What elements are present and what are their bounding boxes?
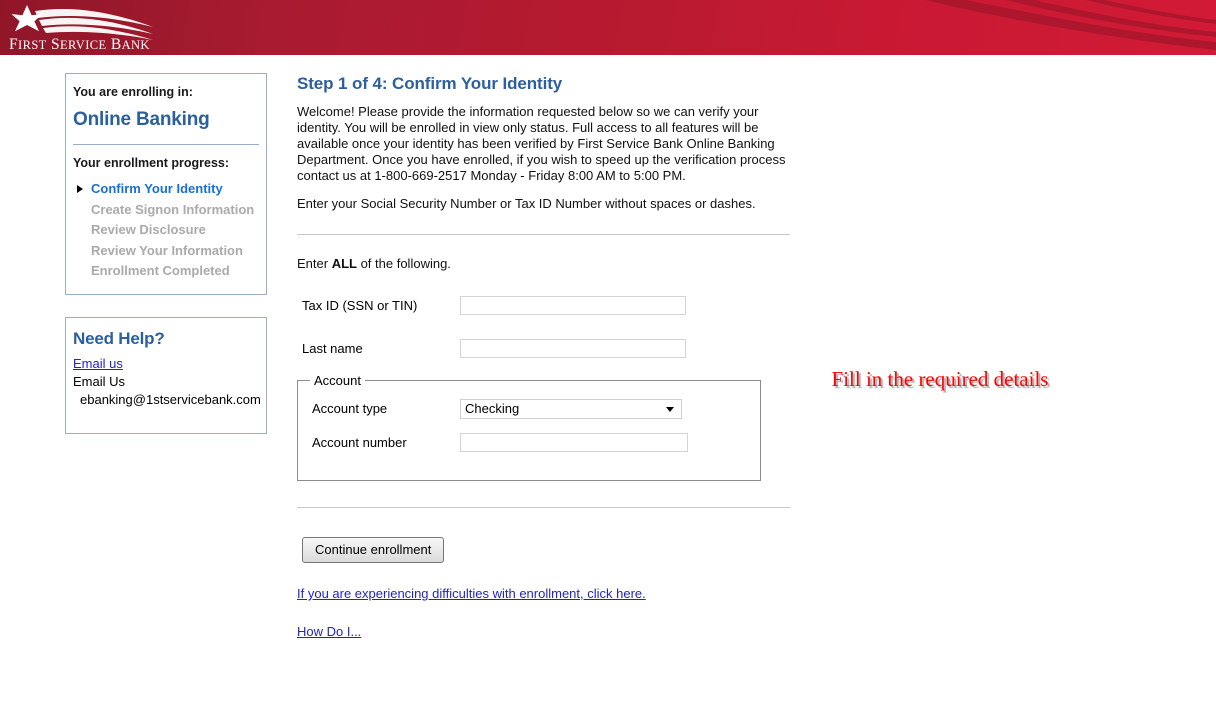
email-us-link[interactable]: Email us [73, 355, 123, 373]
account-number-input[interactable] [460, 433, 688, 452]
account-number-row: Account number [298, 433, 760, 452]
sidebar-step-create-signon: Create Signon Information [66, 200, 266, 221]
account-type-row: Account type Checking [298, 399, 760, 419]
account-fieldset-legend: Account [310, 373, 365, 388]
annotation-fill-required-details: Fill in the required details [831, 367, 1049, 391]
support-email-address: ebanking@1stservicebank.com [80, 391, 261, 407]
main-content: Step 1 of 4: Confirm Your Identity Welco… [297, 73, 797, 640]
account-type-label: Account type [312, 401, 388, 416]
account-type-select-wrap[interactable]: Checking [460, 399, 682, 419]
how-do-i-link[interactable]: How Do I... [297, 624, 361, 640]
panel-divider [73, 144, 259, 145]
section-divider-bottom [297, 507, 790, 508]
svg-text:FIRST SERVICE BANK: FIRST SERVICE BANK [9, 36, 150, 53]
last-name-row: Last name [297, 339, 797, 358]
sidebar-step-review-disclosure: Review Disclosure [66, 220, 266, 241]
current-step-arrow-icon [77, 185, 83, 193]
sidebar-step-label: Create Signon Information [91, 201, 255, 217]
need-help-title: Need Help? [73, 328, 165, 348]
last-name-input[interactable] [460, 339, 686, 358]
enrollment-progress-label: Your enrollment progress: [73, 156, 230, 170]
email-us-label: Email Us [73, 373, 126, 389]
tax-id-label: Tax ID (SSN or TIN) [302, 297, 418, 313]
sidebar-step-label: Review Your Information [91, 242, 243, 258]
header-swoosh-decoration [926, 0, 1216, 50]
site-header: FIRST SERVICE BANK [0, 0, 1216, 55]
sidebar: You are enrolling in: Online Banking You… [65, 73, 267, 434]
sidebar-step-confirm-identity[interactable]: Confirm Your Identity [66, 179, 266, 200]
enrollment-progress-list: Confirm Your Identity Create Signon Info… [66, 179, 266, 282]
sidebar-step-label: Enrollment Completed [91, 263, 230, 278]
section-divider-top [297, 234, 790, 235]
enter-all-instruction: Enter ALL of the following. [297, 256, 797, 272]
continue-enrollment-button[interactable]: Continue enrollment [302, 537, 445, 563]
enrollment-difficulties-link[interactable]: If you are experiencing difficulties wit… [297, 586, 646, 602]
enter-all-prefix: Enter [297, 256, 332, 271]
intro-paragraph-secondary: Enter your Social Security Number or Tax… [297, 196, 756, 211]
sidebar-step-enrollment-completed: Enrollment Completed [66, 261, 266, 282]
enter-all-emphasis: ALL [331, 256, 357, 271]
sidebar-step-label: Confirm Your Identity [91, 181, 223, 196]
need-help-content: Email us Email Us ebanking@1stserviceban… [66, 350, 266, 409]
page-body: You are enrolling in: Online Banking You… [0, 55, 1216, 719]
sidebar-step-review-information: Review Your Information [66, 241, 266, 262]
account-fieldset: Account Account type Checking Account nu… [297, 373, 761, 481]
account-number-label: Account number [312, 434, 407, 450]
enrollment-panel: You are enrolling in: Online Banking You… [65, 73, 267, 295]
enter-all-suffix: of the following. [356, 256, 451, 271]
sidebar-step-label: Review Disclosure [91, 222, 206, 237]
intro-paragraph: Welcome! Please provide the information … [297, 104, 786, 183]
enrolling-in-label: You are enrolling in: [73, 85, 193, 99]
bank-logo[interactable]: FIRST SERVICE BANK [5, 1, 155, 53]
account-type-select[interactable]: Checking [460, 399, 682, 419]
last-name-label: Last name [302, 340, 363, 356]
tax-id-row: Tax ID (SSN or TIN) [297, 296, 797, 315]
need-help-panel: Need Help? Email us Email Us ebanking@1s… [65, 316, 267, 434]
enrolling-in-value: Online Banking [73, 109, 210, 130]
tax-id-input[interactable] [460, 296, 686, 315]
page-title: Step 1 of 4: Confirm Your Identity [297, 74, 563, 93]
